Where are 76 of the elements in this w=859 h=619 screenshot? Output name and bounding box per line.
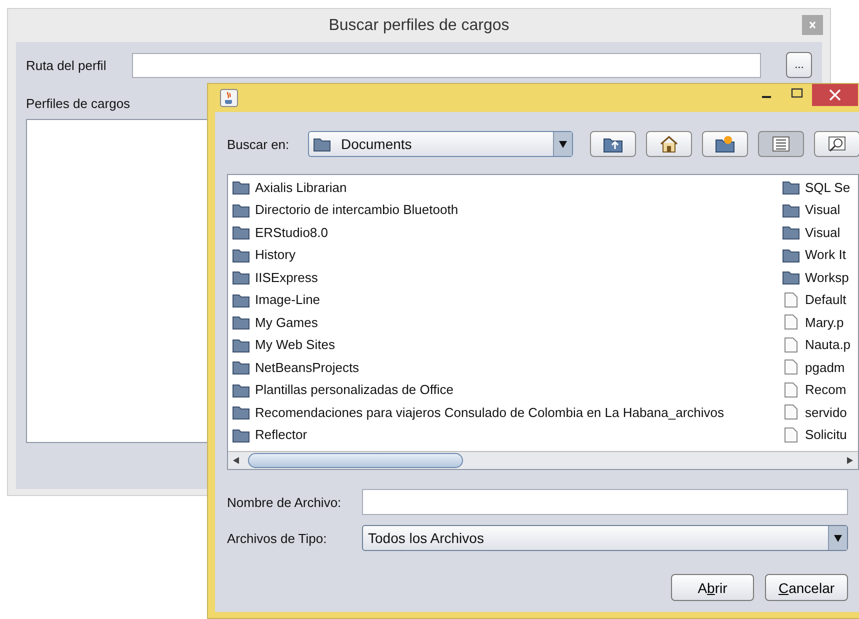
cup-icon	[220, 89, 238, 107]
look-in-dropdown[interactable]: Documents	[308, 131, 573, 157]
horizontal-scrollbar[interactable]	[228, 451, 858, 469]
look-in-label: Buscar en:	[227, 136, 290, 152]
folder-icon	[313, 136, 331, 152]
folder-icon	[232, 404, 250, 420]
file-name[interactable]: Plantillas personalizadas de Office	[255, 382, 454, 398]
file-name[interactable]: Worksp	[805, 270, 849, 285]
file-icon	[782, 359, 800, 376]
folder-icon	[782, 179, 800, 196]
file-icon	[782, 314, 800, 330]
path-field[interactable]	[132, 52, 762, 78]
cancel-button[interactable]: Cancelar	[765, 574, 848, 601]
file-icon	[782, 292, 800, 308]
folder-icon	[782, 246, 800, 263]
open-button[interactable]: Abrir	[671, 574, 754, 601]
file-type-label: Archivos de Tipo:	[227, 530, 328, 546]
dropdown-arrow-icon	[828, 526, 847, 550]
file-name[interactable]: servido	[805, 404, 847, 420]
new-folder-button[interactable]	[702, 131, 748, 157]
file-icon	[782, 382, 800, 398]
details-view-button[interactable]	[814, 131, 859, 157]
file-name[interactable]: Directorio de intercambio Bluetooth	[255, 202, 458, 218]
folder-icon	[232, 202, 250, 218]
file-icon	[782, 336, 800, 353]
folder-icon	[232, 292, 250, 308]
home-icon	[659, 135, 679, 153]
file-name[interactable]: pgadm	[805, 360, 845, 375]
file-name[interactable]: Solicitu	[805, 427, 847, 442]
file-name[interactable]: Work It	[805, 247, 846, 262]
file-name[interactable]: My Web Sites	[255, 337, 335, 352]
file-name[interactable]: Mary.p	[805, 314, 844, 330]
file-name[interactable]: My Games	[255, 314, 318, 330]
file-type-dropdown[interactable]: Todos los Archivos	[362, 525, 848, 551]
file-name[interactable]: ERStudio8.0	[255, 224, 328, 240]
folder-icon	[232, 224, 250, 240]
file-name[interactable]: Nauta.p	[805, 337, 851, 352]
file-name[interactable]: Default	[805, 292, 846, 308]
folder-icon	[782, 202, 800, 218]
up-folder-button[interactable]	[590, 131, 636, 157]
folder-icon	[232, 359, 250, 376]
file-name[interactable]: SQL Se	[805, 180, 850, 195]
folder-icon	[782, 269, 800, 286]
dropdown-arrow-icon	[553, 132, 572, 156]
folder-icon	[232, 382, 250, 398]
file-name-label: Nombre de Archivo:	[227, 494, 342, 510]
folder-icon	[232, 246, 250, 263]
file-name[interactable]: Recomendaciones para viajeros Consulado de Colombia en La Habana_archivos	[255, 404, 724, 420]
file-name[interactable]: Recom	[805, 382, 846, 398]
folder-icon	[232, 426, 250, 443]
folder-icon	[232, 269, 250, 286]
folder-icon	[232, 336, 250, 353]
file-name-field[interactable]	[362, 489, 848, 515]
new-folder-icon	[715, 135, 735, 153]
file-name[interactable]: IISExpress	[255, 270, 318, 285]
list-view-button[interactable]	[758, 131, 804, 157]
file-name[interactable]: Visual	[805, 224, 840, 240]
home-button[interactable]	[646, 131, 692, 157]
list-icon	[772, 136, 790, 152]
file-name[interactable]: History	[255, 247, 296, 262]
folder-icon	[232, 314, 250, 330]
file-name[interactable]: Reflector	[255, 427, 308, 442]
file-icon	[782, 426, 800, 443]
file-name[interactable]: NetBeansProjects	[255, 360, 360, 375]
path-label: Ruta del perfil	[26, 58, 108, 72]
close-button[interactable]	[812, 84, 858, 106]
file-name[interactable]: Visual	[805, 202, 840, 218]
file-icon	[782, 404, 800, 420]
magnifier-icon	[828, 136, 846, 152]
browse-button[interactable]: ...	[786, 52, 812, 78]
folder-icon	[232, 179, 250, 196]
window-title: Buscar perfiles de cargos	[328, 16, 510, 34]
file-name[interactable]: Image-Line	[255, 292, 320, 308]
profiles-label: Perfiles de cargos	[26, 96, 130, 111]
folder-icon	[782, 224, 800, 240]
file-name[interactable]: Axialis Librarian	[255, 180, 347, 195]
